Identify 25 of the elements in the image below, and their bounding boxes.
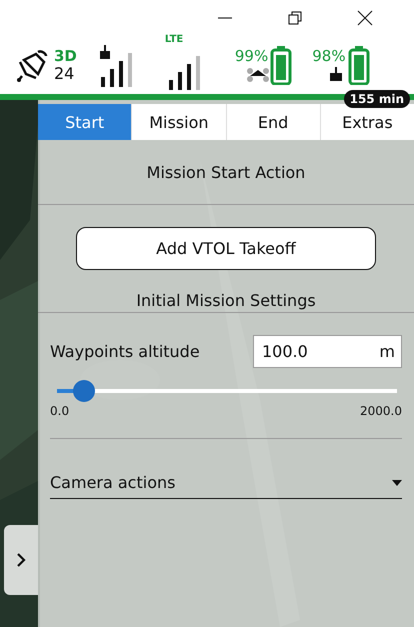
slider-thumb[interactable]	[72, 380, 95, 402]
drone-icon	[246, 66, 270, 82]
battery-percent: 98%	[312, 48, 346, 64]
tab[interactable]: Start	[38, 104, 132, 140]
battery-percent: 99%	[234, 48, 268, 64]
add-vtol-takeoff-button[interactable]: Add VTOL Takeoff	[76, 227, 376, 270]
restore-icon[interactable]	[287, 10, 303, 26]
field-label: Waypoints altitude	[50, 342, 200, 361]
unit-label: m	[379, 342, 395, 361]
link-type-label: LTE	[164, 34, 184, 45]
satellite-count: 24	[54, 66, 76, 82]
expand-panel-button[interactable]	[4, 525, 38, 595]
battery-icon	[270, 45, 292, 85]
slider-min-label: 0.0	[50, 404, 70, 418]
camera-actions-dropdown[interactable]: Camera actions	[50, 473, 402, 499]
close-icon[interactable]	[357, 10, 373, 26]
battery-icon	[348, 45, 370, 85]
section-title: Mission Start Action	[146, 162, 306, 182]
flight-time-badge: 155 min	[344, 90, 410, 108]
dropdown-caret-icon	[392, 480, 402, 486]
section-title: Initial Mission Settings	[136, 291, 316, 310]
gps-fix-label: 3D	[54, 48, 77, 64]
chevron-right-icon	[16, 553, 26, 567]
slider-max-label: 2000.0	[360, 404, 402, 418]
satellite-icon	[16, 48, 50, 82]
